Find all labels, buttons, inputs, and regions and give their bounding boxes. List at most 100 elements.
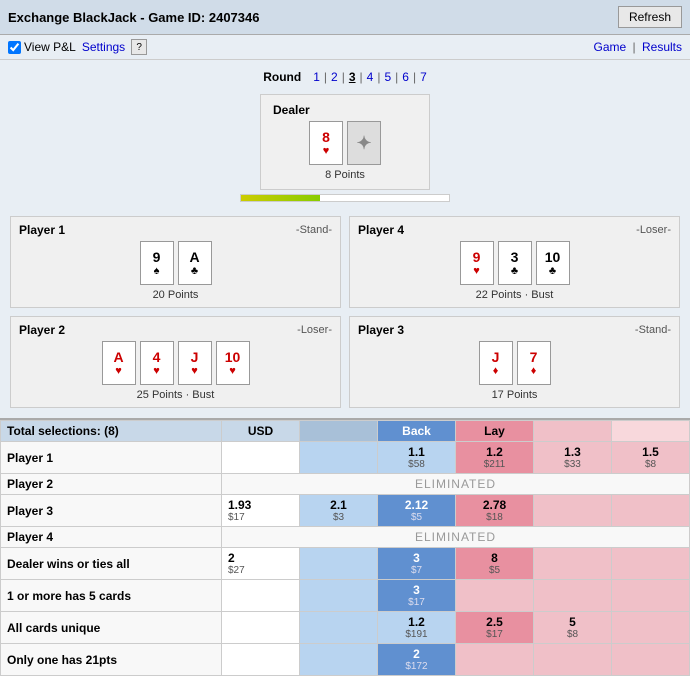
- card-value: 8: [322, 129, 330, 145]
- p1-cell-back1[interactable]: [300, 442, 378, 474]
- players-grid: Player 1 -Stand- 9 ♠ A ♣ 20 Points Playe…: [10, 216, 680, 408]
- sub-header-left: View P&L Settings ?: [8, 39, 147, 55]
- round-num-6[interactable]: 6: [402, 70, 409, 84]
- only-21-row: Only one has 21pts 2 $172: [1, 644, 690, 676]
- th-lay-3: [612, 421, 690, 442]
- view-pnl-checkbox[interactable]: [8, 41, 21, 54]
- all-unique-label: All cards unique: [1, 612, 222, 644]
- th-lay: Lay: [456, 421, 534, 442]
- au-cell-lay2[interactable]: 5 $8: [534, 612, 612, 644]
- p2-card-3: J ♥: [178, 341, 212, 385]
- player-4-box: Player 4 -Loser- 9 ♥ 3 ♣ 10 ♣ 22 Points …: [349, 216, 680, 308]
- fc-cell-back2[interactable]: 3 $17: [378, 580, 456, 612]
- p3-cell-back1[interactable]: 2.1 $3: [300, 495, 378, 527]
- round-num-7[interactable]: 7: [420, 70, 427, 84]
- player-1-name: Player 1: [19, 223, 65, 237]
- p1-cell-lay2[interactable]: 1.3 $33: [534, 442, 612, 474]
- fc-cell-usd1[interactable]: [222, 580, 300, 612]
- th-lay-2: [534, 421, 612, 442]
- dw-cell-usd1[interactable]: 2 $27: [222, 548, 300, 580]
- player-4-status: -Loser-: [636, 224, 671, 236]
- player-1-cards: 9 ♠ A ♣: [19, 241, 332, 285]
- dw-cell-lay3[interactable]: [612, 548, 690, 580]
- betting-section: Total selections: (8) USD Back Lay Playe…: [0, 420, 690, 676]
- round-num-3[interactable]: 3: [349, 70, 356, 84]
- results-link[interactable]: Results: [642, 40, 682, 54]
- p3-cell-lay1[interactable]: 2.78 $18: [456, 495, 534, 527]
- player-1-points: 20 Points: [19, 289, 332, 301]
- dw-cell-back2[interactable]: 3 $7: [378, 548, 456, 580]
- player-2-status: -Loser-: [297, 324, 332, 336]
- player-4-header: Player 4 -Loser-: [358, 223, 671, 237]
- fc-cell-lay2[interactable]: [534, 580, 612, 612]
- p3-card-1: J ♦: [479, 341, 513, 385]
- p3-cell-back2[interactable]: 2.12 $5: [378, 495, 456, 527]
- sub-header-right: Game | Results: [593, 40, 682, 54]
- sub-header: View P&L Settings ? Game | Results: [0, 35, 690, 60]
- player-2-cards: A ♥ 4 ♥ J ♥ 10 ♥: [19, 341, 332, 385]
- p2-eliminated: ELIMINATED: [222, 474, 690, 495]
- au-cell-usd1[interactable]: [222, 612, 300, 644]
- view-pnl-label[interactable]: View P&L: [8, 40, 76, 54]
- fc-cell-back1[interactable]: [300, 580, 378, 612]
- fc-cell-lay1[interactable]: [456, 580, 534, 612]
- fc-cell-lay3[interactable]: [612, 580, 690, 612]
- round-num-2[interactable]: 2: [331, 70, 338, 84]
- p1-cell-lay1[interactable]: 1.2 $211: [456, 442, 534, 474]
- p3-cell-lay3[interactable]: [612, 495, 690, 527]
- o21-cell-usd1[interactable]: [222, 644, 300, 676]
- all-unique-row: All cards unique 1.2 $191 2.5 $17 5 $8: [1, 612, 690, 644]
- app-header: Exchange BlackJack - Game ID: 2407346 Re…: [0, 0, 690, 35]
- dw-cell-lay1[interactable]: 8 $5: [456, 548, 534, 580]
- o21-cell-lay3[interactable]: [612, 644, 690, 676]
- dw-cell-lay2[interactable]: [534, 548, 612, 580]
- th-back: Back: [378, 421, 456, 442]
- pipe-separator: |: [633, 40, 636, 54]
- au-cell-back1[interactable]: [300, 612, 378, 644]
- game-area: Round 1|2|3|4|5|6|7 Dealer 8 ♥ ✦ 8 Point…: [0, 60, 690, 420]
- round-sep: |: [395, 70, 398, 84]
- dealer-wins-label: Dealer wins or ties all: [1, 548, 222, 580]
- au-cell-back2[interactable]: 1.2 $191: [378, 612, 456, 644]
- player-3-name: Player 3: [358, 323, 404, 337]
- settings-link[interactable]: Settings: [82, 40, 125, 54]
- p1-cell-usd1[interactable]: [222, 442, 300, 474]
- p2-card-4: 10 ♥: [216, 341, 250, 385]
- p1-cell-back2[interactable]: 1.1 $58: [378, 442, 456, 474]
- dealer-wins-row: Dealer wins or ties all 2 $27 3 $7 8 $5: [1, 548, 690, 580]
- game-link[interactable]: Game: [593, 40, 626, 54]
- player-2-row: Player 2 ELIMINATED: [1, 474, 690, 495]
- player-2-name: Player 2: [19, 323, 65, 337]
- p4-row-label: Player 4: [1, 527, 222, 548]
- help-button[interactable]: ?: [131, 39, 147, 55]
- p3-cell-usd1[interactable]: 1.93 $17: [222, 495, 300, 527]
- au-cell-lay1[interactable]: 2.5 $17: [456, 612, 534, 644]
- player-4-points: 22 Points · Bust: [358, 289, 671, 301]
- p4-eliminated: ELIMINATED: [222, 527, 690, 548]
- refresh-button[interactable]: Refresh: [618, 6, 682, 28]
- round-num-5[interactable]: 5: [384, 70, 391, 84]
- round-num-1[interactable]: 1: [313, 70, 320, 84]
- p4-card-2: 3 ♣: [498, 241, 532, 285]
- round-num-4[interactable]: 4: [367, 70, 374, 84]
- player-3-cards: J ♦ 7 ♦: [358, 341, 671, 385]
- player-2-header: Player 2 -Loser-: [19, 323, 332, 337]
- player-3-header: Player 3 -Stand-: [358, 323, 671, 337]
- p3-cell-lay2[interactable]: [534, 495, 612, 527]
- p2-row-label: Player 2: [1, 474, 222, 495]
- o21-cell-lay2[interactable]: [534, 644, 612, 676]
- th-usd: USD: [222, 421, 300, 442]
- p1-row-label: Player 1: [1, 442, 222, 474]
- p4-card-3: 10 ♣: [536, 241, 570, 285]
- o21-cell-lay1[interactable]: [456, 644, 534, 676]
- o21-cell-back1[interactable]: [300, 644, 378, 676]
- player-1-box: Player 1 -Stand- 9 ♠ A ♣ 20 Points: [10, 216, 341, 308]
- five-cards-label: 1 or more has 5 cards: [1, 580, 222, 612]
- round-selector: Round 1|2|3|4|5|6|7: [10, 70, 680, 84]
- dealer-area: Dealer 8 ♥ ✦ 8 Points: [10, 94, 680, 206]
- p1-cell-lay3[interactable]: 1.5 $8: [612, 442, 690, 474]
- au-cell-lay3[interactable]: [612, 612, 690, 644]
- dw-cell-back1[interactable]: [300, 548, 378, 580]
- o21-cell-back2[interactable]: 2 $172: [378, 644, 456, 676]
- dealer-points: 8 Points: [273, 169, 417, 181]
